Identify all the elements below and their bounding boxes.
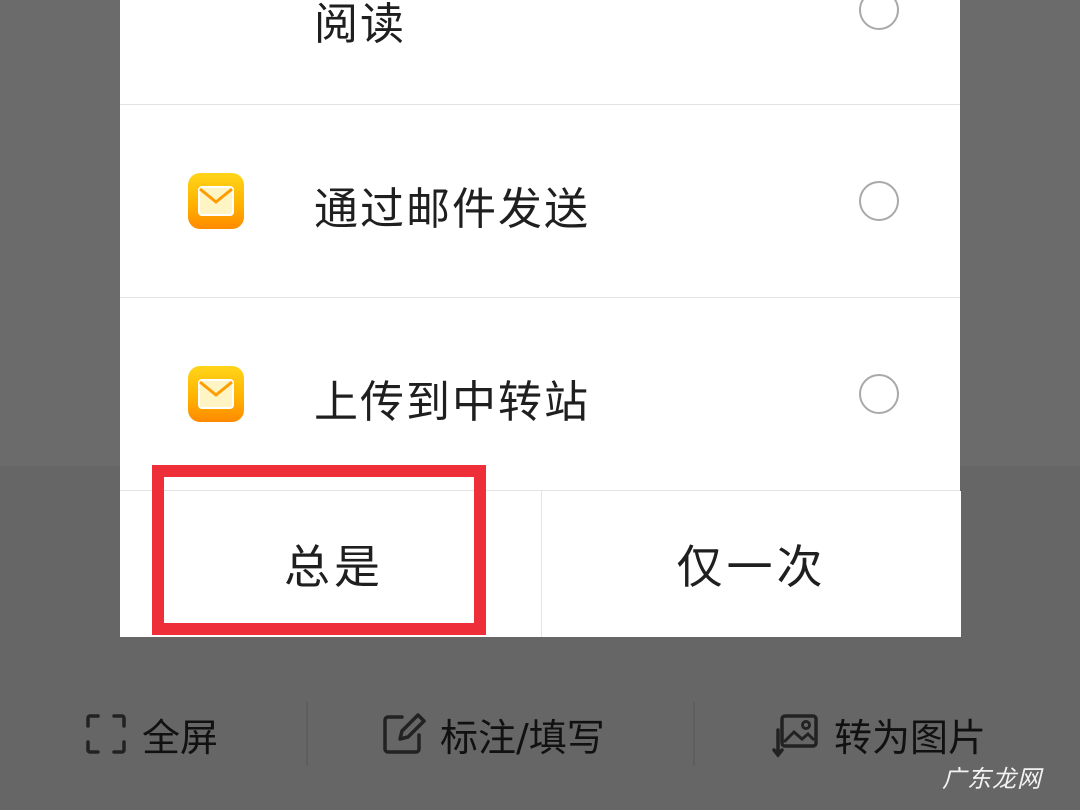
option-label: 阅读 bbox=[314, 0, 406, 50]
image-convert-icon bbox=[772, 714, 818, 758]
just-once-button[interactable]: 仅一次 bbox=[541, 491, 961, 637]
divider bbox=[306, 702, 308, 766]
radio-button[interactable] bbox=[859, 0, 899, 30]
edit-icon bbox=[383, 713, 426, 754]
divider bbox=[693, 702, 695, 766]
option-label: 通过邮件发送 bbox=[314, 184, 590, 235]
fullscreen-button[interactable]: 全屏 bbox=[84, 706, 218, 762]
screen: 阅读 通过邮件发送 上传到中转站 总是 仅一次 全屏 标注/填写 转为图片 广东… bbox=[0, 0, 1080, 810]
site-watermark: 广东龙网 bbox=[942, 765, 1042, 793]
always-button[interactable]: 总是 bbox=[120, 491, 540, 637]
just-once-button-label: 仅一次 bbox=[676, 540, 827, 594]
option-upload-to-transfer[interactable]: 上传到中转站 bbox=[120, 298, 960, 491]
annotate-fill-button[interactable]: 标注/填写 bbox=[380, 706, 605, 762]
convert-to-image-button[interactable]: 转为图片 bbox=[772, 706, 986, 762]
annotate-fill-label: 标注/填写 bbox=[440, 715, 605, 760]
always-button-label: 总是 bbox=[284, 540, 384, 594]
convert-to-image-label: 转为图片 bbox=[834, 715, 987, 760]
option-send-by-email[interactable]: 通过邮件发送 bbox=[120, 105, 960, 298]
mail-app-icon bbox=[188, 173, 244, 229]
fullscreen-label: 全屏 bbox=[142, 715, 219, 760]
radio-button[interactable] bbox=[859, 374, 899, 414]
open-with-dialog: 阅读 通过邮件发送 上传到中转站 总是 仅一次 bbox=[120, 0, 961, 637]
option-label: 上传到中转站 bbox=[314, 377, 590, 428]
bottom-toolbar: 全屏 标注/填写 转为图片 bbox=[0, 690, 1080, 790]
option-read[interactable]: 阅读 bbox=[120, 0, 960, 105]
mail-app-icon bbox=[188, 366, 244, 422]
dialog-actions: 总是 仅一次 bbox=[120, 491, 961, 637]
radio-button[interactable] bbox=[859, 181, 899, 221]
fullscreen-icon bbox=[86, 714, 126, 754]
